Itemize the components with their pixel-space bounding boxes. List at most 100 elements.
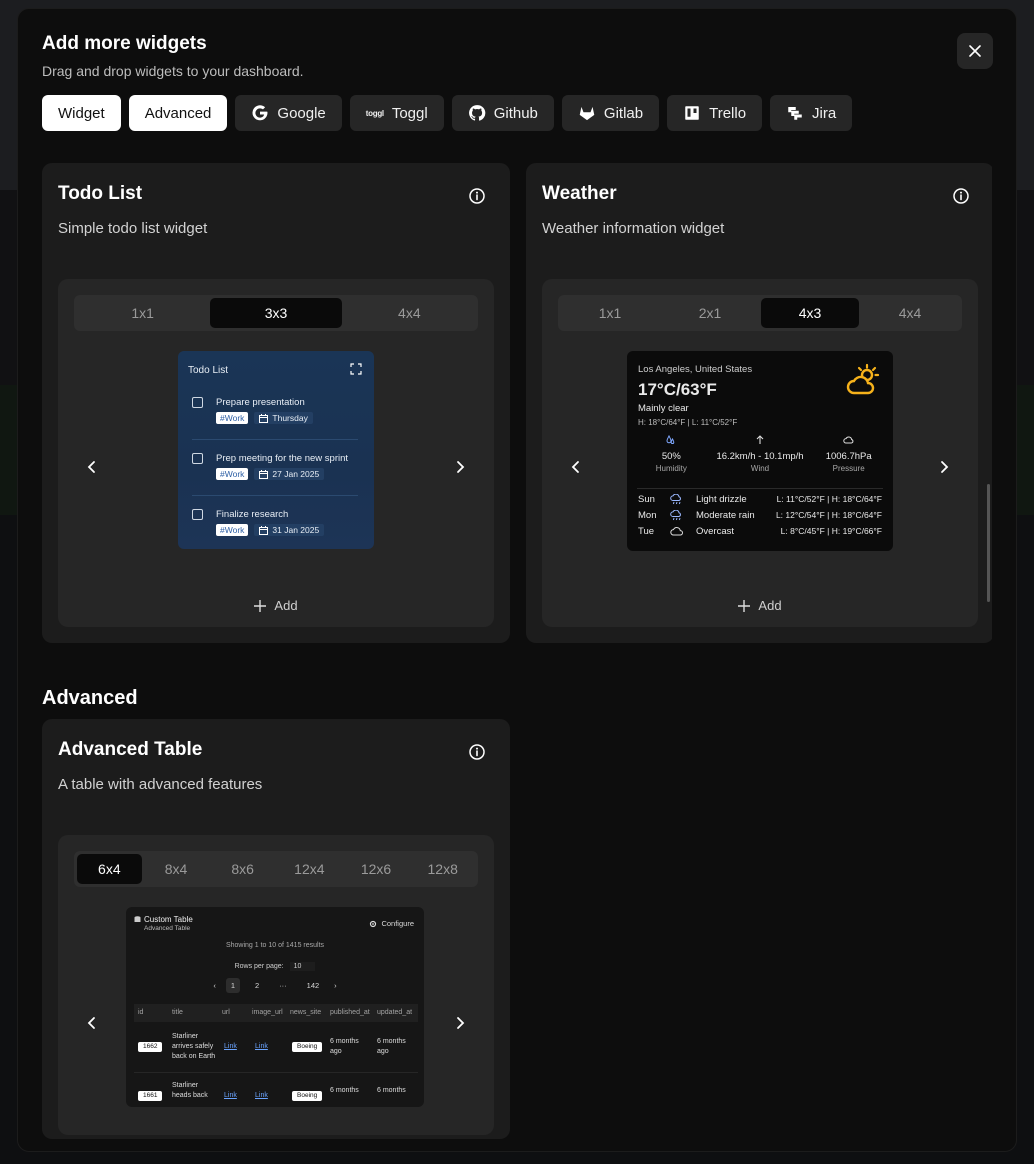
size-option-1x1[interactable]: 1x1 [77, 298, 208, 328]
arrow-up-icon [756, 435, 764, 444]
todo-widget-card[interactable]: Todo List Simple todo list widget 1x1 3x… [42, 163, 510, 643]
chevron-left-icon[interactable] [84, 459, 100, 475]
cloud-icon [670, 527, 683, 536]
widget-preview: 1x1 2x1 4x3 4x4 Los Angeles, United Stat… [542, 279, 978, 627]
widget-preview: 6x4 8x4 8x6 12x4 12x6 12x8 Custom Table … [58, 835, 494, 1135]
rain-cloud-icon [670, 494, 681, 505]
google-icon [252, 105, 268, 121]
size-option-12x8[interactable]: 12x8 [410, 854, 475, 884]
tab-label: Widget [58, 104, 105, 122]
todo-text: Finalize research [216, 509, 289, 520]
partly-sunny-icon [846, 363, 880, 395]
size-option-8x6[interactable]: 8x6 [210, 854, 275, 884]
rain-cloud-icon [670, 510, 681, 521]
add-widget-button[interactable]: Add [542, 598, 978, 613]
widget-source-tabs: Widget Advanced Google toggl Toggl Githu… [42, 95, 853, 131]
tab-label: Gitlab [603, 104, 644, 122]
close-button[interactable] [957, 33, 993, 69]
size-option-4x4[interactable]: 4x4 [861, 298, 959, 328]
pressure-stat: 1006.7hPa Pressure [804, 435, 893, 473]
weather-stats: 50% Humidity 16.2km/h - 10.1mp/h Wind 10… [627, 434, 893, 473]
widget-description: Simple todo list widget [58, 220, 208, 237]
date-badge: 27 Jan 2025 [254, 468, 325, 480]
tab-label: Jira [812, 104, 837, 122]
calendar-icon [259, 469, 269, 479]
widget-title: Advanced Table [58, 739, 203, 760]
chevron-right-icon[interactable] [452, 1015, 468, 1031]
pagination: ‹ 1 2 ··· 142 › [126, 978, 424, 993]
humidity-stat: 50% Humidity [627, 434, 716, 473]
size-option-6x4[interactable]: 6x4 [77, 854, 142, 884]
size-selector: 1x1 3x3 4x4 [74, 295, 478, 331]
modal-title: Add more widgets [42, 33, 207, 54]
size-selector: 6x4 8x4 8x6 12x4 12x6 12x8 [74, 851, 478, 887]
size-option-12x4[interactable]: 12x4 [277, 854, 342, 884]
todo-text: Prep meeting for the new sprint [216, 453, 349, 464]
size-option-3x3[interactable]: 3x3 [210, 298, 342, 328]
tab-gitlab[interactable]: Gitlab [561, 95, 660, 131]
chevron-right-icon: › [334, 981, 337, 990]
widget-description: Weather information widget [542, 220, 725, 237]
expand-icon [350, 363, 362, 375]
toggl-icon: toggl [365, 108, 384, 118]
size-option-8x4[interactable]: 8x4 [144, 854, 209, 884]
modal-subtitle: Drag and drop widgets to your dashboard. [42, 63, 304, 79]
gitlab-icon [579, 106, 595, 121]
widgets-scroll-area[interactable]: Todo List Simple todo list widget 1x1 3x… [42, 163, 992, 1151]
widget-description: A table with advanced features [58, 776, 263, 793]
tag-badge: #Work [216, 524, 249, 536]
size-option-2x1[interactable]: 2x1 [661, 298, 759, 328]
table-preview-image: Custom Table Advanced Table Configure Sh… [126, 907, 424, 1107]
tab-label: Trello [709, 104, 747, 122]
trello-icon [685, 106, 699, 120]
tab-trello[interactable]: Trello [667, 95, 763, 131]
weather-high-low: H: 18°C/64°F | L: 11°C/52°F [638, 418, 738, 427]
tab-google[interactable]: Google [235, 95, 342, 131]
chevron-right-icon[interactable] [452, 459, 468, 475]
chevron-left-icon[interactable] [84, 1015, 100, 1031]
weather-temperature: 17°C/63°F [638, 380, 717, 399]
add-widget-button[interactable]: Add [58, 598, 494, 613]
table-preview-title: Custom Table [144, 915, 193, 924]
calendar-icon [259, 525, 269, 535]
table-preview-subtitle: Advanced Table [144, 925, 191, 932]
tag-badge: #Work [216, 412, 249, 424]
chevron-left-icon: ‹ [213, 981, 216, 990]
chevron-left-icon[interactable] [568, 459, 584, 475]
date-badge: Thursday [254, 412, 313, 424]
github-icon [468, 105, 486, 121]
tab-label: Toggl [391, 104, 428, 122]
tab-github[interactable]: Github [451, 95, 554, 131]
widget-preview: 1x1 3x3 4x4 Todo List Prepare presentati… [58, 279, 494, 627]
advanced-table-widget-card[interactable]: Advanced Table A table with advanced fea… [42, 719, 510, 1139]
tab-label: Advanced [144, 104, 212, 122]
close-icon [969, 45, 981, 57]
info-icon[interactable] [952, 187, 970, 205]
tab-jira[interactable]: Jira [770, 95, 853, 131]
widget-title: Todo List [58, 183, 143, 204]
forecast-row: Mon Moderate rain L: 12°C/54°F | H: 18°C… [638, 510, 882, 521]
size-option-4x4[interactable]: 4x4 [344, 298, 475, 328]
chevron-right-icon[interactable] [936, 459, 952, 475]
size-option-4x3[interactable]: 4x3 [761, 298, 859, 328]
gear-icon [370, 920, 377, 927]
todo-text: Prepare presentation [216, 397, 305, 408]
info-icon[interactable] [468, 187, 486, 205]
scrollbar[interactable] [987, 484, 990, 602]
weather-condition: Mainly clear [638, 403, 689, 414]
calendar-icon [259, 413, 269, 423]
size-selector: 1x1 2x1 4x3 4x4 [558, 295, 962, 331]
info-icon[interactable] [468, 743, 486, 761]
tab-toggl[interactable]: toggl Toggl [349, 95, 444, 131]
database-icon [134, 916, 141, 922]
size-option-1x1[interactable]: 1x1 [561, 298, 659, 328]
section-title-advanced: Advanced [42, 687, 138, 709]
tab-advanced[interactable]: Advanced [128, 95, 228, 131]
plus-icon [738, 599, 751, 612]
size-option-12x6[interactable]: 12x6 [344, 854, 409, 884]
wind-stat: 16.2km/h - 10.1mp/h Wind [716, 435, 805, 473]
plus-icon [254, 599, 267, 612]
tab-widget[interactable]: Widget [42, 95, 121, 131]
weather-widget-card[interactable]: Weather Weather information widget 1x1 2… [526, 163, 992, 643]
date-badge: 31 Jan 2025 [254, 524, 325, 536]
